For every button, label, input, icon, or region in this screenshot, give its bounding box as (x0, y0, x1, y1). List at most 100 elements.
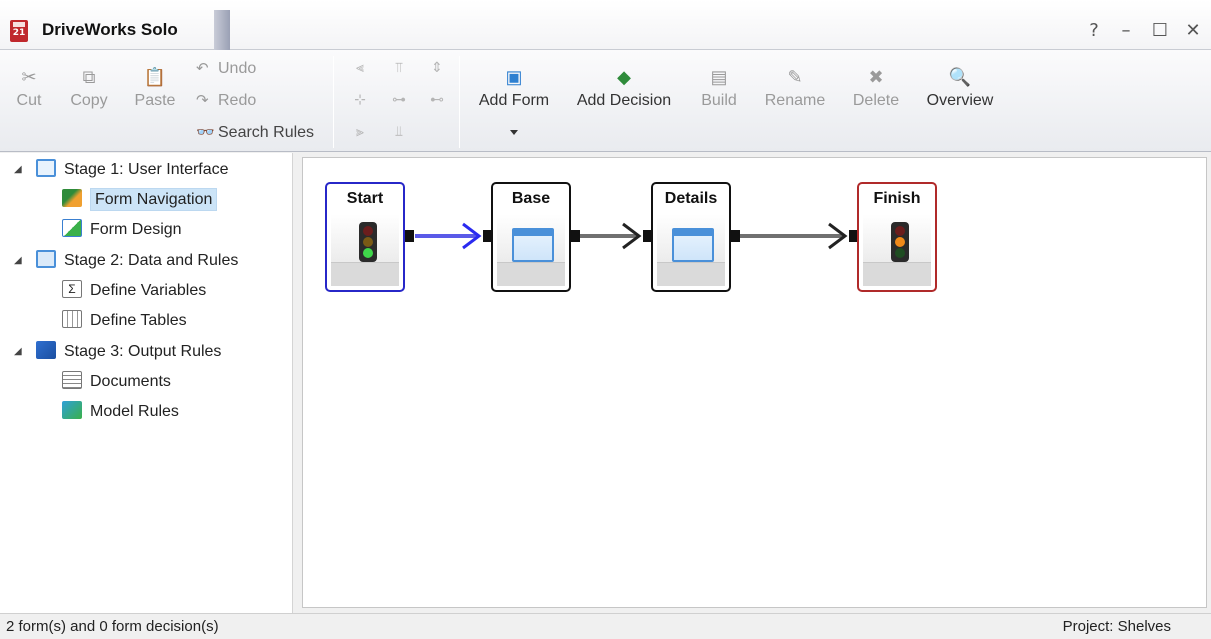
collapse-triangle-icon[interactable]: ◢ (14, 157, 22, 183)
tree-stage-label: Stage 2: Data and Rules (64, 252, 239, 269)
project-tree: ◢ Stage 1: User Interface Form Navigatio… (0, 153, 293, 613)
tree-stage-output-rules[interactable]: ◢ Stage 3: Output Rules (14, 339, 222, 365)
distribute-horizontal-icon[interactable]: ⊷ (427, 92, 447, 108)
align-middle-icon[interactable]: ⇕ (427, 60, 447, 76)
overview-icon: 🔍 (948, 67, 972, 87)
add-form-button[interactable]: ▣ Add Form (472, 66, 556, 110)
align-center-icon[interactable]: ⊹ (350, 92, 370, 108)
ribbon-separator (459, 56, 460, 148)
copy-icon: ⧉ (82, 67, 96, 87)
form-navigation-canvas[interactable]: Start Base Details Finish (302, 157, 1207, 608)
delete-label: Delete (852, 92, 900, 109)
build-button[interactable]: ▤ Build (694, 66, 744, 110)
start-out-port[interactable] (405, 230, 414, 242)
base-out-port[interactable] (571, 230, 580, 242)
driveworks-app-icon: 21 (10, 20, 28, 42)
distribute-vertical-icon[interactable]: ⊶ (389, 92, 409, 108)
user-interface-icon (36, 158, 56, 177)
form-window-icon (512, 228, 554, 262)
table-grid-icon (62, 309, 82, 328)
copy-label: Copy (70, 92, 108, 109)
tree-item-model-rules[interactable]: Model Rules (62, 399, 179, 425)
cut-label: Cut (16, 92, 42, 109)
node-title: Finish (873, 190, 921, 207)
add-form-label: Add Form (478, 92, 550, 109)
minimize-button[interactable]: – (1114, 20, 1138, 41)
tree-item-documents[interactable]: Documents (62, 369, 171, 395)
form-window-icon (672, 228, 714, 262)
tree-item-label: Form Design (90, 221, 182, 238)
help-button[interactable]: ? (1082, 20, 1106, 41)
tree-item-define-tables[interactable]: Define Tables (62, 308, 187, 334)
node-footer (863, 262, 931, 286)
node-title: Base (511, 190, 551, 207)
undo-label: Undo (218, 60, 257, 77)
search-rules-button[interactable]: 👓 Search Rules (196, 123, 314, 142)
node-footer (331, 262, 399, 286)
model-rules-icon (62, 400, 82, 419)
collapse-triangle-icon[interactable]: ◢ (14, 339, 22, 365)
align-right-icon[interactable]: ⫸ (350, 124, 370, 140)
data-and-rules-icon (36, 249, 56, 268)
undo-button[interactable]: ↶ Undo (196, 59, 256, 78)
tree-item-form-design[interactable]: Form Design (62, 217, 182, 243)
cut-button[interactable]: ✂ Cut (10, 66, 48, 110)
details-out-port[interactable] (731, 230, 740, 242)
flow-node-start[interactable]: Start (325, 182, 405, 292)
tree-stage-user-interface[interactable]: ◢ Stage 1: User Interface (14, 157, 229, 183)
node-title: Start (346, 190, 384, 207)
add-form-icon: ▣ (505, 67, 523, 87)
tree-item-label: Model Rules (90, 403, 179, 420)
node-footer (497, 262, 565, 286)
window-title: DriveWorks Solo (42, 20, 178, 39)
tree-stage-label: Stage 3: Output Rules (64, 343, 222, 360)
flow-node-details[interactable]: Details (651, 182, 731, 292)
document-icon (62, 370, 82, 389)
scissors-icon: ✂ (21, 67, 37, 87)
maximize-button[interactable]: ☐ (1148, 20, 1172, 41)
sigma-icon: Σ (62, 279, 82, 298)
overview-button[interactable]: 🔍 Overview (920, 66, 1000, 110)
status-bar: 2 form(s) and 0 form decision(s) Project… (0, 613, 1211, 638)
flow-node-base[interactable]: Base (491, 182, 571, 292)
collapse-triangle-icon[interactable]: ◢ (14, 248, 22, 274)
add-decision-button[interactable]: ◆ Add Decision (572, 66, 676, 110)
rename-icon: ✎ (787, 67, 803, 87)
copy-button[interactable]: ⧉ Copy (64, 66, 114, 110)
tree-item-label: Documents (90, 373, 171, 390)
form-design-icon (62, 218, 82, 237)
binoculars-icon: 👓 (196, 124, 215, 141)
add-decision-icon: ◆ (617, 67, 631, 87)
flow-connectors (415, 222, 848, 250)
node-footer (657, 262, 725, 286)
flow-node-finish[interactable]: Finish (857, 182, 937, 292)
align-top-icon[interactable]: ⫪ (389, 60, 409, 76)
traffic-light-icon (359, 222, 377, 262)
align-left-icon[interactable]: ⫷ (350, 60, 370, 76)
close-button[interactable]: ✕ (1181, 20, 1205, 41)
redo-icon: ↷ (196, 92, 209, 109)
build-label: Build (701, 92, 737, 109)
status-form-count: 2 form(s) and 0 form decision(s) (6, 618, 219, 635)
add-decision-label: Add Decision (576, 92, 672, 109)
tree-item-form-navigation[interactable]: Form Navigation (62, 187, 218, 213)
tree-stage-data-and-rules[interactable]: ◢ Stage 2: Data and Rules (14, 248, 239, 274)
search-rules-label: Search Rules (218, 124, 315, 141)
paste-button[interactable]: 📋 Paste (130, 66, 180, 110)
title-tab-edge (214, 10, 230, 50)
node-title: Details (664, 190, 718, 207)
delete-icon: ✖ (868, 67, 884, 87)
align-bottom-icon[interactable]: ⫫ (389, 124, 409, 140)
add-form-dropdown-caret-icon[interactable] (510, 130, 518, 135)
tree-stage-label: Stage 1: User Interface (64, 161, 229, 178)
redo-button[interactable]: ↷ Redo (196, 91, 256, 110)
form-navigation-icon (62, 188, 82, 207)
build-icon: ▤ (710, 67, 728, 87)
ribbon-toolbar: ✂ Cut ⧉ Copy 📋 Paste ↶ Undo ↷ Redo 👓 Search… (0, 50, 1211, 152)
rename-button[interactable]: ✎ Rename (760, 66, 830, 110)
delete-button[interactable]: ✖ Delete (846, 66, 906, 110)
tree-item-label: Define Variables (90, 282, 207, 299)
traffic-light-icon (891, 222, 909, 262)
tree-item-define-variables[interactable]: Σ Define Variables (62, 278, 206, 304)
status-project-name: Project: Shelves (1062, 618, 1171, 635)
